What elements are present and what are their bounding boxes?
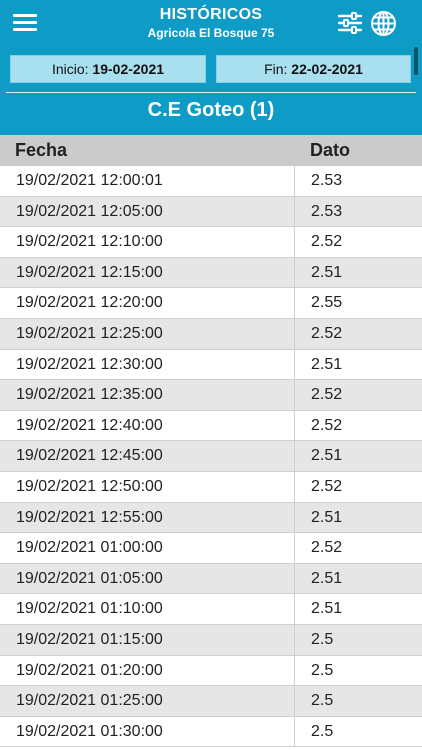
cell-dato: 2.52 — [311, 324, 343, 342]
table-row[interactable]: 19/02/2021 12:30:00 2.51 — [0, 349, 422, 381]
filter-sliders-icon[interactable] — [337, 10, 363, 36]
end-date-value: 22-02-2021 — [291, 61, 363, 77]
cell-dato: 2.53 — [311, 202, 343, 220]
column-separator — [294, 196, 295, 227]
end-date-button[interactable]: Fin: 22-02-2021 — [216, 55, 411, 83]
column-separator — [294, 686, 295, 716]
cell-dato: 2.51 — [311, 263, 343, 281]
column-separator — [294, 257, 295, 288]
cell-fecha: 19/02/2021 12:25:00 — [16, 324, 163, 342]
column-separator — [294, 318, 295, 349]
section-title: C.E Goteo (1) — [147, 99, 275, 121]
column-header-fecha[interactable]: Fecha — [15, 135, 67, 166]
table-row[interactable]: 19/02/2021 01:05:00 2.51 — [0, 563, 422, 595]
column-separator — [294, 594, 295, 624]
column-separator — [294, 533, 295, 563]
cell-dato: 2.51 — [311, 508, 343, 526]
column-separator — [294, 227, 295, 257]
cell-dato: 2.51 — [311, 447, 343, 465]
toolbar-divider — [6, 92, 416, 93]
cell-dato: 2.52 — [311, 539, 343, 557]
column-separator — [294, 380, 295, 410]
cell-fecha: 19/02/2021 01:15:00 — [16, 630, 163, 648]
column-separator — [294, 624, 295, 655]
cell-fecha: 19/02/2021 12:55:00 — [16, 508, 163, 526]
table-row[interactable]: 19/02/2021 12:05:00 2.53 — [0, 196, 422, 228]
cell-fecha: 19/02/2021 12:15:00 — [16, 263, 163, 281]
table-header: Fecha Dato — [0, 135, 422, 166]
cell-fecha: 19/02/2021 12:50:00 — [16, 477, 163, 495]
cell-fecha: 19/02/2021 12:00:01 — [16, 172, 163, 189]
cell-dato: 2.53 — [311, 172, 343, 189]
column-separator — [294, 166, 295, 196]
cell-fecha: 19/02/2021 12:40:00 — [16, 416, 163, 434]
table-row[interactable]: 19/02/2021 12:40:00 2.52 — [0, 410, 422, 442]
column-separator — [294, 441, 295, 471]
table-row[interactable]: 19/02/2021 12:15:00 2.51 — [0, 257, 422, 289]
cell-fecha: 19/02/2021 12:05:00 — [16, 202, 163, 220]
table-row[interactable]: 19/02/2021 12:45:00 2.51 — [0, 441, 422, 472]
cell-dato: 2.51 — [311, 355, 343, 373]
column-separator — [294, 655, 295, 686]
start-date-button[interactable]: Inicio: 19-02-2021 — [10, 55, 206, 83]
table-row[interactable]: 19/02/2021 12:35:00 2.52 — [0, 380, 422, 411]
start-date-value: 19-02-2021 — [92, 61, 165, 77]
cell-fecha: 19/02/2021 01:25:00 — [16, 692, 163, 710]
cell-dato: 2.52 — [311, 477, 343, 495]
cell-dato: 2.51 — [311, 600, 343, 618]
cell-fecha: 19/02/2021 12:20:00 — [16, 294, 163, 312]
cell-dato: 2.5 — [311, 722, 334, 740]
column-separator — [294, 471, 295, 502]
start-date-label: Inicio: — [51, 61, 89, 77]
table-row[interactable]: 19/02/2021 12:55:00 2.51 — [0, 502, 422, 534]
column-separator — [294, 563, 295, 594]
table-row[interactable]: 19/02/2021 12:20:00 2.55 — [0, 288, 422, 319]
cell-dato: 2.5 — [311, 661, 334, 679]
column-separator — [294, 716, 295, 747]
table-row[interactable]: 19/02/2021 01:15:00 2.5 — [0, 624, 422, 656]
app-header: HISTÓRICOS Agricola El Bosque 75 — [0, 0, 422, 47]
table-row[interactable]: 19/02/2021 01:25:00 2.5 — [0, 686, 422, 717]
cell-fecha: 19/02/2021 12:45:00 — [16, 447, 163, 465]
cell-dato: 2.55 — [311, 294, 343, 312]
cell-dato: 2.5 — [311, 630, 334, 648]
cell-fecha: 19/02/2021 12:30:00 — [16, 355, 163, 373]
date-range-toolbar: Inicio: 19-02-2021 Fin: 22-02-2021 C.E G… — [0, 47, 422, 135]
table-row[interactable]: 19/02/2021 12:25:00 2.52 — [0, 318, 422, 350]
cell-fecha: 19/02/2021 01:05:00 — [16, 569, 163, 587]
cell-fecha: 19/02/2021 01:30:00 — [16, 722, 163, 740]
table-row[interactable]: 19/02/2021 01:20:00 2.5 — [0, 655, 422, 687]
table-row[interactable]: 19/02/2021 01:30:00 2.5 — [0, 716, 422, 748]
cell-dato: 2.52 — [311, 233, 343, 251]
table-row[interactable]: 19/02/2021 12:00:01 2.53 — [0, 166, 422, 197]
cell-dato: 2.5 — [311, 692, 334, 710]
cell-dato: 2.52 — [311, 416, 343, 434]
cell-fecha: 19/02/2021 01:10:00 — [16, 600, 163, 618]
column-separator — [294, 288, 295, 318]
cell-fecha: 19/02/2021 01:20:00 — [16, 661, 163, 679]
table-row[interactable]: 19/02/2021 01:10:00 2.51 — [0, 594, 422, 625]
cell-dato: 2.51 — [311, 569, 343, 587]
cell-fecha: 19/02/2021 12:35:00 — [16, 386, 163, 404]
end-date-label: Fin: — [264, 61, 288, 77]
cell-fecha: 19/02/2021 01:00:00 — [16, 539, 163, 557]
column-separator — [294, 410, 295, 441]
scrollbar-thumb[interactable] — [414, 47, 418, 75]
column-header-dato[interactable]: Dato — [310, 135, 350, 166]
cell-dato: 2.52 — [311, 386, 343, 404]
column-separator — [294, 502, 295, 533]
table-row[interactable]: 19/02/2021 01:00:00 2.52 — [0, 533, 422, 564]
column-separator — [294, 349, 295, 380]
data-table: 19/02/2021 12:00:01 2.53 19/02/2021 12:05:… — [0, 166, 422, 748]
table-row[interactable]: 19/02/2021 12:50:00 2.52 — [0, 471, 422, 503]
table-row[interactable]: 19/02/2021 12:10:00 2.52 — [0, 227, 422, 258]
globe-icon[interactable] — [370, 10, 397, 37]
cell-fecha: 19/02/2021 12:10:00 — [16, 233, 163, 251]
